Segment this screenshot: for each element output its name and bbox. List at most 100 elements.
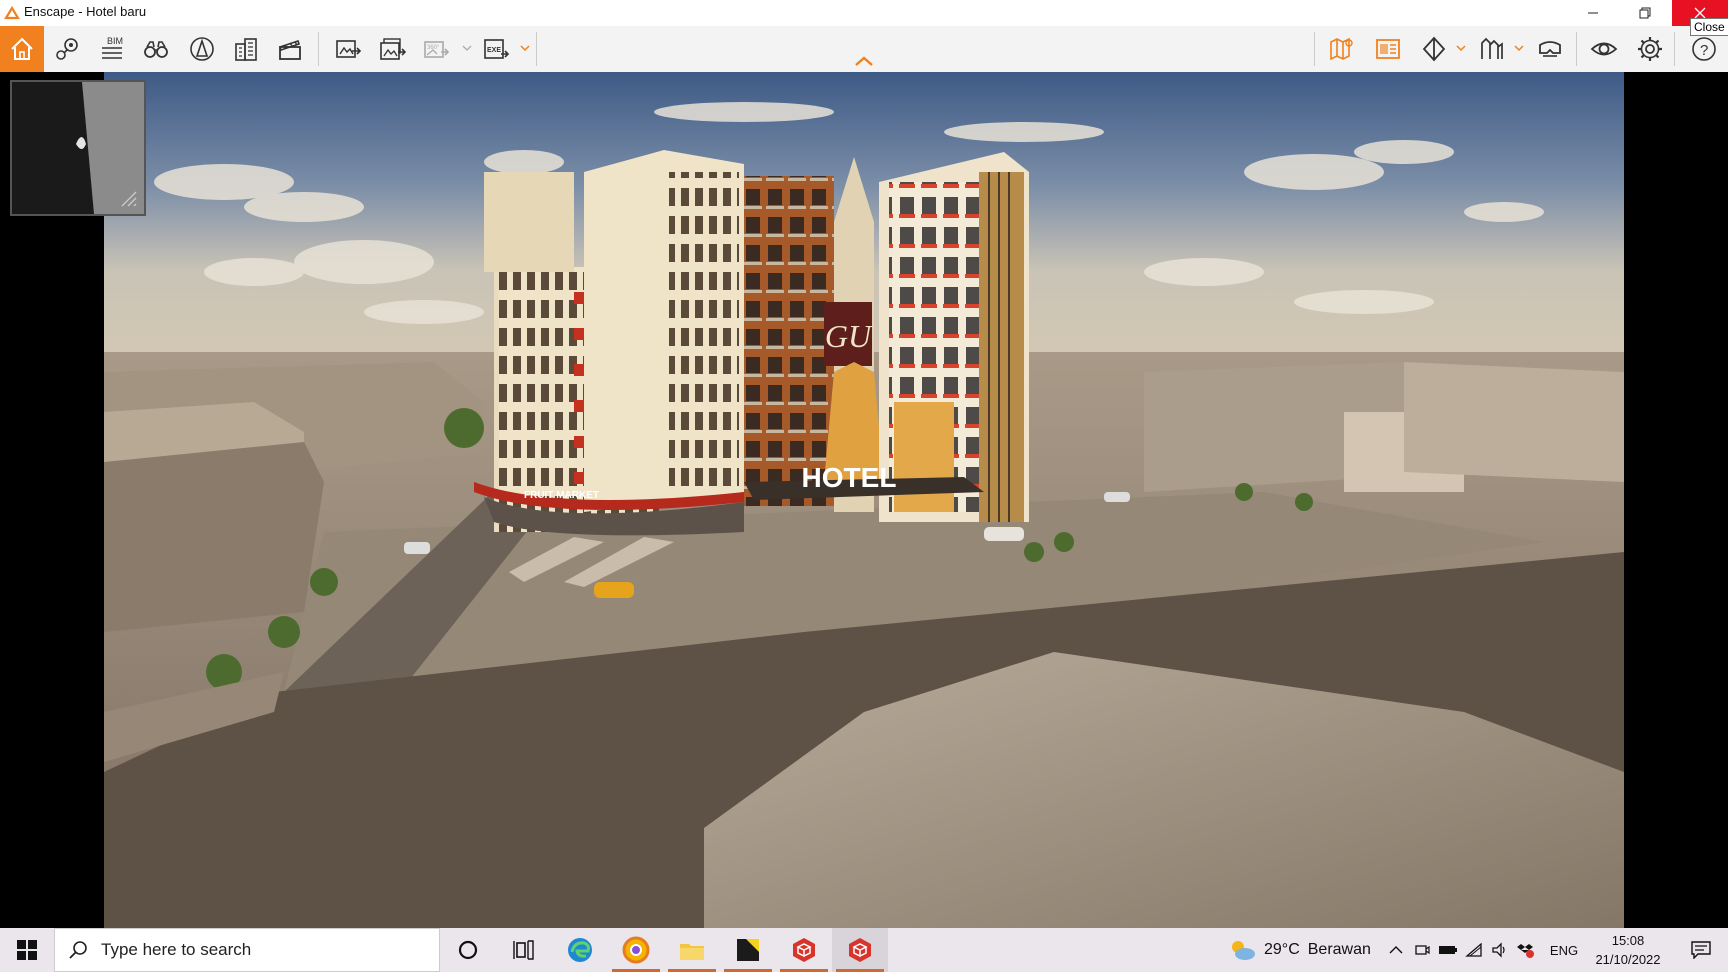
chevron-down-icon: [1514, 45, 1524, 52]
site-context-dropdown[interactable]: [1514, 42, 1524, 54]
task-view-button[interactable]: [496, 928, 552, 972]
material-editor-button[interactable]: [1412, 26, 1456, 72]
chevron-down-icon: [520, 45, 530, 52]
network-tray[interactable]: [1462, 928, 1486, 972]
show-hidden-icons-button[interactable]: [1384, 928, 1408, 972]
batch-render-button[interactable]: [370, 26, 414, 72]
video-clapper-icon: [278, 39, 301, 60]
windows-taskbar: Type here to search 29°C Berawan ENG 15:…: [0, 928, 1728, 972]
taskbar-search-box[interactable]: Type here to search: [54, 928, 440, 972]
weather-widget[interactable]: 29°C Berawan: [1228, 928, 1371, 972]
material-dropdown[interactable]: [1456, 42, 1466, 54]
batch-render-icon: [380, 38, 406, 60]
home-button[interactable]: [0, 26, 44, 72]
asset-library-icon: [1376, 39, 1400, 59]
meet-now-tray[interactable]: [1410, 928, 1434, 972]
dropbox-sync-error-icon: [1517, 944, 1534, 958]
toolbar-separator: [1314, 32, 1315, 66]
taskbar-app-sticky[interactable]: [720, 928, 776, 972]
buildings-button[interactable]: [224, 26, 268, 72]
camera-position-icon: [76, 137, 86, 149]
taskbar-app-sketchup[interactable]: [776, 928, 832, 972]
restore-button[interactable]: [1620, 0, 1670, 26]
window-title: Enscape - Hotel baru: [24, 4, 147, 19]
volume-tray[interactable]: [1488, 928, 1512, 972]
screenshot-export-button[interactable]: [326, 26, 370, 72]
taskbar-app-chrome-canary[interactable]: [608, 928, 664, 972]
views-button[interactable]: [46, 26, 90, 72]
restore-icon: [1639, 7, 1651, 19]
cortana-button[interactable]: [440, 928, 496, 972]
clock-date: 21/10/2022: [1595, 952, 1661, 967]
settings-icon: [1638, 37, 1662, 61]
minimize-button[interactable]: [1568, 0, 1618, 26]
taskbar-app-sketchup-active[interactable]: [832, 928, 888, 972]
site-context-button[interactable]: [1470, 26, 1514, 72]
start-button[interactable]: [0, 928, 54, 972]
views-icon: [56, 38, 78, 60]
panorama-button[interactable]: 360°: [414, 26, 458, 72]
map-button[interactable]: [1320, 26, 1364, 72]
svg-text:BIM: BIM: [107, 36, 123, 46]
input-language[interactable]: ENG: [1546, 928, 1582, 972]
sketchup-active-icon: [849, 938, 871, 962]
partly-cloudy-icon: [1232, 941, 1255, 960]
taskbar-clock[interactable]: 15:08 21/10/2022: [1588, 931, 1668, 969]
chevron-up-icon: [1389, 946, 1403, 954]
svg-text:?: ?: [1700, 42, 1708, 59]
battery-tray[interactable]: [1436, 928, 1460, 972]
material-icon: [1422, 36, 1446, 62]
toolbar-separator: [1674, 32, 1675, 66]
export-dropdown[interactable]: [520, 42, 530, 54]
buildings-icon: [235, 38, 257, 61]
search-icon: [69, 941, 87, 959]
webcam-icon: [1415, 945, 1430, 955]
bim-button[interactable]: BIM: [90, 26, 134, 72]
visual-settings-button[interactable]: [1582, 26, 1626, 72]
weather-description: Berawan: [1307, 941, 1371, 958]
vr-headset-icon: [1539, 41, 1561, 57]
toolbar-separator: [536, 32, 537, 66]
taskbar-app-edge[interactable]: [552, 928, 608, 972]
minimize-icon: [1588, 12, 1598, 14]
toolbar-separator: [1576, 32, 1577, 66]
speaker-icon: [1492, 942, 1505, 958]
gu-logo-sign: GU: [825, 318, 873, 354]
title-bar: Enscape - Hotel baru: [0, 0, 1728, 26]
exe-export-button[interactable]: EXE: [474, 26, 518, 72]
sticky-app-icon: [737, 939, 759, 961]
weather-temperature: 29°C: [1264, 941, 1300, 958]
battery-icon: [1439, 946, 1457, 954]
minimap-view: [76, 82, 144, 214]
hotel-sign: HOTEL: [802, 462, 897, 493]
collapse-toolbar-chevron-icon[interactable]: [852, 54, 876, 68]
enscape-toolbar: BIM 360° EXE ?: [0, 26, 1728, 73]
panorama-dropdown[interactable]: [462, 42, 472, 54]
vr-headset-button[interactable]: [1528, 26, 1572, 72]
binoculars-icon: [144, 41, 168, 58]
render-viewport[interactable]: GU HOTEL FRUIT MARKET: [0, 72, 1728, 928]
search-placeholder: Type here to search: [101, 940, 252, 959]
file-explorer-icon: [680, 944, 704, 960]
light-view-icon: [190, 37, 214, 61]
exe-export-icon: EXE: [484, 39, 510, 59]
task-view-icon: [513, 940, 534, 960]
help-icon: ?: [1692, 37, 1716, 61]
asset-library-button[interactable]: [1366, 26, 1410, 72]
clock-time: 15:08: [1611, 933, 1645, 948]
chrome-canary-icon: [622, 936, 650, 964]
site-context-icon: [1481, 37, 1503, 59]
video-editor-button[interactable]: [268, 26, 312, 72]
binoculars-button[interactable]: [134, 26, 178, 72]
chevron-down-icon: [1456, 45, 1466, 52]
light-view-button[interactable]: [180, 26, 224, 72]
close-tooltip: Close: [1690, 18, 1728, 36]
minimap[interactable]: [10, 80, 146, 216]
edge-icon: [568, 938, 592, 962]
taskbar-app-file-explorer[interactable]: [664, 928, 720, 972]
windows-logo-icon: [17, 940, 37, 960]
visual-settings-icon: [1590, 42, 1618, 56]
dropbox-tray[interactable]: [1514, 928, 1538, 972]
settings-button[interactable]: [1628, 26, 1672, 72]
notification-center-button[interactable]: [1678, 928, 1724, 972]
